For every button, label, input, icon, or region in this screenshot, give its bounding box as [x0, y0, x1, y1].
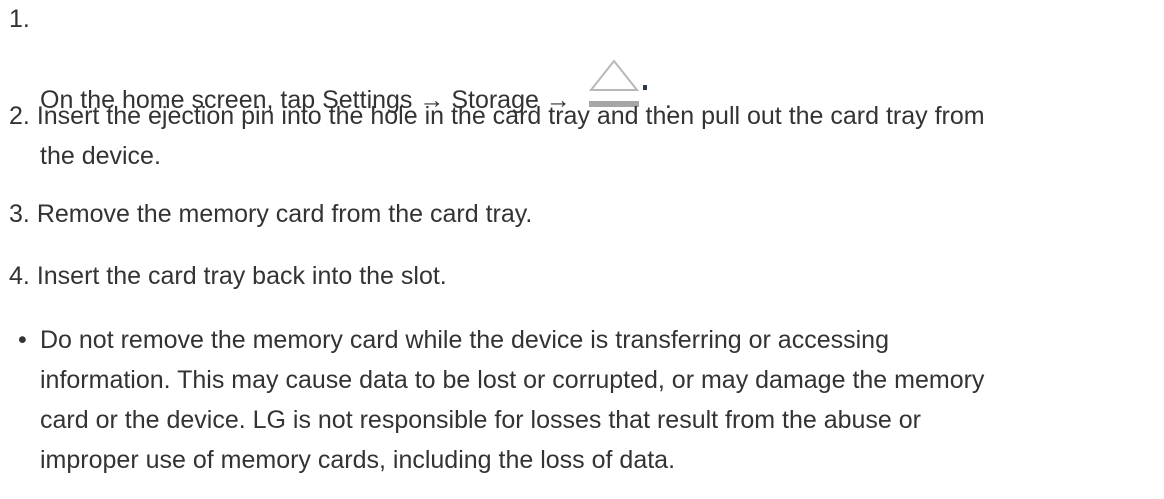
step-2: 2. Insert the ejection pin into the hole… [9, 96, 1149, 176]
note-line-2: information. This may cause data to be l… [40, 366, 985, 394]
note-line-4: improper use of memory cards, including … [40, 446, 676, 474]
instructions-page: 1. On the home screen, tap Settings → St… [0, 0, 1164, 499]
note-block: • Do not remove the memory card while th… [18, 320, 1158, 480]
step-2-text-line-2: the device. [40, 142, 161, 170]
step-4-number: 4. [9, 262, 30, 290]
step-2-text-line-1: Insert the ejection pin into the hole in… [36, 102, 985, 130]
note-line-3: card or the device. LG is not responsibl… [40, 406, 921, 434]
step-3: 3. Remove the memory card from the card … [9, 194, 1149, 234]
step-3-text: Remove the memory card from the card tra… [36, 200, 533, 228]
step-3-number: 3. [9, 200, 30, 228]
step-1-number: 1. [9, 5, 30, 33]
bullet-icon: • [18, 326, 27, 354]
step-2-number: 2. [9, 102, 30, 130]
note-line-1: Do not remove the memory card while the … [40, 326, 889, 354]
step-4: 4. Insert the card tray back into the sl… [9, 256, 1149, 296]
step-4-text: Insert the card tray back into the slot. [36, 262, 447, 290]
